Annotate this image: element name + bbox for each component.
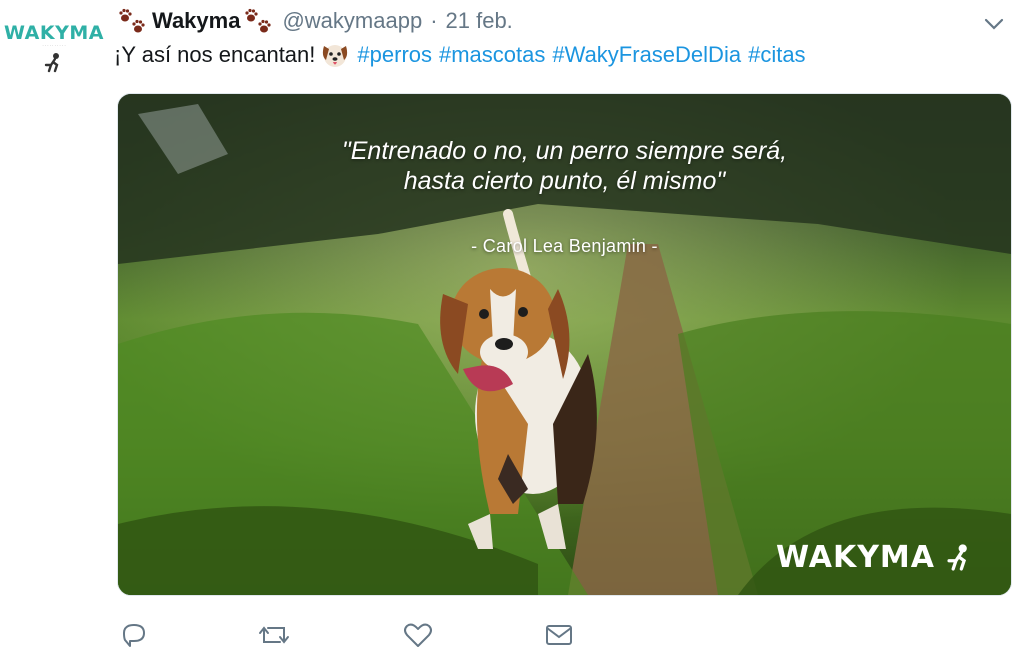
paw-prints-icon (119, 8, 145, 33)
like-icon[interactable] (402, 620, 434, 650)
hashtag-link[interactable]: #WakyFraseDelDia (552, 42, 741, 68)
hashtag-link[interactable]: #mascotas (439, 42, 545, 68)
runner-icon (947, 543, 967, 571)
dog-face-emoji-icon (323, 45, 348, 67)
hashtag-link[interactable]: #citas (748, 42, 805, 68)
paw-prints-icon (245, 8, 272, 33)
tweet-date[interactable]: 21 feb. (446, 8, 513, 34)
quote-line: "Entrenado o no, un perro siempre será, (341, 137, 788, 165)
chevron-down-icon[interactable] (982, 14, 1006, 34)
runner-icon (44, 53, 59, 73)
tweet-actions (118, 620, 578, 650)
tweet-header: Wakyma @wakymaapp · 21 feb. (118, 6, 513, 36)
tweet-text: ¡Y así nos encantan! #perros #mascotas #… (114, 40, 813, 70)
avatar-logo-tagline: · · · · · · · · · · (42, 43, 66, 48)
quote-author: - Carol Lea Benjamin - (471, 236, 658, 256)
avatar-logo-text: WAKYMA (4, 22, 104, 44)
watermark-logo: WAKYMA (776, 540, 975, 575)
quote-line: hasta cierto punto, él mismo" (403, 167, 726, 195)
watermark-text: WAKYMA (775, 540, 935, 575)
author-name[interactable]: Wakyma (152, 8, 240, 34)
tweet-media-image[interactable]: "Entrenado o no, un perro siempre será, … (117, 93, 1012, 596)
direct-message-icon[interactable] (543, 620, 575, 650)
reply-icon[interactable] (118, 620, 150, 650)
separator-dot: · (430, 8, 438, 33)
avatar[interactable]: WAKYMA · · · · · · · · · · (4, 22, 103, 92)
author-handle[interactable]: @wakymaapp (282, 8, 422, 34)
quote-text: "Entrenado o no, un perro siempre será, … (118, 136, 1011, 196)
retweet-icon[interactable] (258, 620, 290, 650)
tweet-body: ¡Y así nos encantan! (114, 42, 316, 67)
hashtag-link[interactable]: #perros (357, 42, 432, 68)
